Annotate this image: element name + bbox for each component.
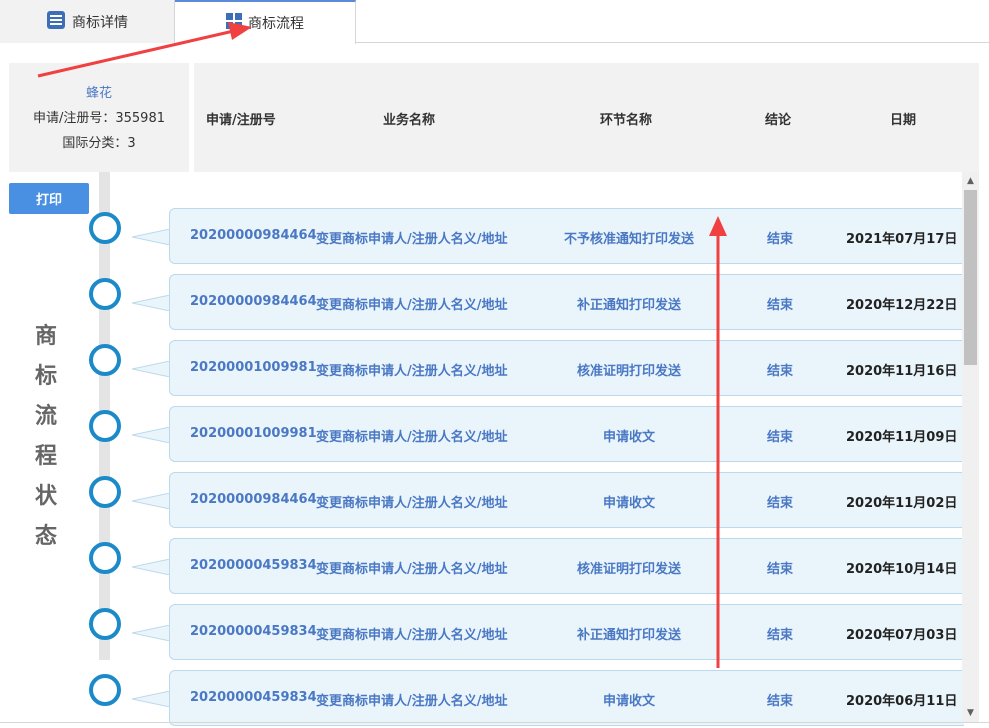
date: 2020年12月22日 xyxy=(846,298,958,313)
date: 2020年11月02日 xyxy=(846,496,958,511)
application-number[interactable]: 20200000984464 xyxy=(190,492,317,507)
date: 2020年06月11日 xyxy=(846,694,958,709)
list-item: 20200000459834 变更商标申请人/注册人名义/地址 补正通知打印发送… xyxy=(0,604,964,660)
scroll-up-arrow-icon[interactable]: ▲ xyxy=(962,173,979,189)
date: 2021年07月17日 xyxy=(846,232,958,247)
process-bubble: 20200000984464 变更商标申请人/注册人名义/地址 不予核准通知打印… xyxy=(169,208,964,264)
application-number[interactable]: 20200000459834 xyxy=(190,558,317,573)
registration-number: 申请/注册号：355981 xyxy=(32,111,165,126)
step-name: 核准证明打印发送 xyxy=(576,562,681,577)
process-bubble: 20200001009981 变更商标申请人/注册人名义/地址 申请收文 结束 … xyxy=(169,406,964,462)
list-item: 20200000984464 变更商标申请人/注册人名义/地址 不予核准通知打印… xyxy=(0,208,964,264)
process-list: 20200000984464 变更商标申请人/注册人名义/地址 不予核准通知打印… xyxy=(0,172,989,728)
step-name: 申请收文 xyxy=(602,496,655,511)
timeline-node xyxy=(89,212,121,244)
timeline-node xyxy=(89,542,121,574)
date: 2020年10月14日 xyxy=(846,562,958,577)
business-name: 变更商标申请人/注册人名义/地址 xyxy=(316,562,508,577)
timeline-node xyxy=(89,476,121,508)
date: 2020年11月16日 xyxy=(846,364,958,379)
application-number[interactable]: 20200001009981 xyxy=(190,360,317,375)
business-name: 变更商标申请人/注册人名义/地址 xyxy=(316,364,508,379)
trademark-name[interactable]: 蜂花 xyxy=(9,81,189,106)
tab-bar: 商标详情 商标流程 xyxy=(0,0,989,44)
result: 结束 xyxy=(766,562,793,577)
application-number[interactable]: 20200000459834 xyxy=(190,690,317,705)
timeline-node xyxy=(89,344,121,376)
vertical-scrollbar[interactable]: ▲ ▼ xyxy=(962,172,979,722)
step-name: 不予核准通知打印发送 xyxy=(563,232,694,247)
tab-trademark-details[interactable]: 商标详情 xyxy=(0,0,175,43)
business-name: 变更商标申请人/注册人名义/地址 xyxy=(316,496,508,511)
timeline-node xyxy=(89,608,121,640)
timeline-node xyxy=(89,674,121,706)
scrollbar-thumb[interactable] xyxy=(964,190,977,365)
process-bubble: 20200000459834 变更商标申请人/注册人名义/地址 核准证明打印发送… xyxy=(169,538,964,594)
list-item: 20200001009981 变更商标申请人/注册人名义/地址 核准证明打印发送… xyxy=(0,340,964,396)
step-name: 申请收文 xyxy=(602,430,655,445)
step-name: 补正通知打印发送 xyxy=(576,298,681,313)
process-bubble: 20200000459834 变更商标申请人/注册人名义/地址 申请收文 结束 … xyxy=(169,670,964,726)
result: 结束 xyxy=(766,628,793,643)
header-step: 环节名称 xyxy=(600,113,653,128)
list-item: 20200000984464 变更商标申请人/注册人名义/地址 补正通知打印发送… xyxy=(0,274,964,330)
business-name: 变更商标申请人/注册人名义/地址 xyxy=(316,232,508,247)
header-business: 业务名称 xyxy=(383,113,436,128)
result: 结束 xyxy=(766,694,793,709)
step-name: 申请收文 xyxy=(602,694,655,709)
timeline-node xyxy=(89,278,121,310)
scroll-down-arrow-icon[interactable]: ▼ xyxy=(962,705,979,721)
application-number[interactable]: 20200001009981 xyxy=(190,426,317,441)
header-result: 结论 xyxy=(765,113,792,128)
application-number[interactable]: 20200000984464 xyxy=(190,294,317,309)
result: 结束 xyxy=(766,364,793,379)
header-app-no: 申请/注册号 xyxy=(206,113,276,128)
list-item: 20200001009981 变更商标申请人/注册人名义/地址 申请收文 结束 … xyxy=(0,406,964,462)
list-item: 20200000984464 变更商标申请人/注册人名义/地址 申请收文 结束 … xyxy=(0,472,964,528)
business-name: 变更商标申请人/注册人名义/地址 xyxy=(316,430,508,445)
list-item: 20200000459834 变更商标申请人/注册人名义/地址 申请收文 结束 … xyxy=(0,670,964,726)
header-date: 日期 xyxy=(890,113,917,128)
divider xyxy=(0,722,989,723)
process-bubble: 20200001009981 变更商标申请人/注册人名义/地址 核准证明打印发送… xyxy=(169,340,964,396)
process-bubble: 20200000459834 变更商标申请人/注册人名义/地址 补正通知打印发送… xyxy=(169,604,964,660)
date: 2020年07月03日 xyxy=(846,628,958,643)
result: 结束 xyxy=(766,232,793,247)
timeline-node xyxy=(89,410,121,442)
business-name: 变更商标申请人/注册人名义/地址 xyxy=(316,628,508,643)
step-name: 核准证明打印发送 xyxy=(576,364,681,379)
tab-trademark-process[interactable]: 商标流程 xyxy=(175,0,356,44)
step-name: 补正通知打印发送 xyxy=(576,628,681,643)
document-list-icon xyxy=(46,10,66,34)
tab-label: 商标流程 xyxy=(248,16,304,32)
grid-icon xyxy=(226,13,242,33)
international-class: 国际分类：3 xyxy=(62,136,136,151)
result: 结束 xyxy=(766,298,793,313)
tab-label: 商标详情 xyxy=(72,14,128,31)
list-item: 20200000459834 变更商标申请人/注册人名义/地址 核准证明打印发送… xyxy=(0,538,964,594)
application-number[interactable]: 20200000459834 xyxy=(190,624,317,639)
application-number[interactable]: 20200000984464 xyxy=(190,228,317,243)
date: 2020年11月09日 xyxy=(846,430,958,445)
business-name: 变更商标申请人/注册人名义/地址 xyxy=(316,298,508,313)
result: 结束 xyxy=(766,496,793,511)
process-bubble: 20200000984464 变更商标申请人/注册人名义/地址 补正通知打印发送… xyxy=(169,274,964,330)
table-header: 申请/注册号 业务名称 环节名称 结论 日期 xyxy=(194,63,979,172)
business-name: 变更商标申请人/注册人名义/地址 xyxy=(316,694,508,709)
result: 结束 xyxy=(766,430,793,445)
process-bubble: 20200000984464 变更商标申请人/注册人名义/地址 申请收文 结束 … xyxy=(169,472,964,528)
trademark-info-box: 蜂花 申请/注册号：355981 国际分类：3 xyxy=(9,63,189,172)
